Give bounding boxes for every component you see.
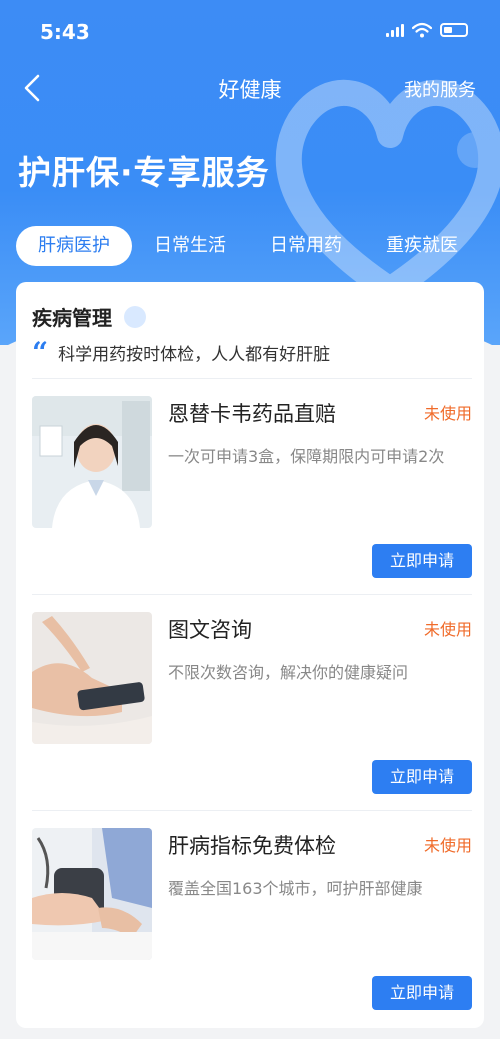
tab-liver-care[interactable]: 肝病医护	[16, 226, 132, 266]
item-title: 肝病指标免费体检	[168, 834, 336, 858]
status-icons	[386, 22, 468, 38]
quote-icon: “	[32, 335, 49, 369]
title-decoration	[124, 306, 146, 328]
section-title: 疾病管理	[32, 306, 112, 330]
status-badge: 未使用	[423, 404, 472, 423]
status-badge: 未使用	[423, 620, 472, 639]
nav-bar: 好健康 我的服务	[0, 66, 500, 110]
service-item: 肝病指标免费体检 未使用 覆盖全国163个城市，呵护肝部健康 立即申请	[32, 810, 472, 1016]
status-time: 5:43	[40, 20, 90, 44]
quote-text: 科学用药按时体检，人人都有好肝脏	[58, 345, 331, 365]
blood-pressure-photo	[32, 828, 152, 960]
item-description: 不限次数咨询，解决你的健康疑问	[168, 663, 409, 682]
item-title: 恩替卡韦药品直赔	[168, 402, 336, 426]
phone-hand-photo	[32, 612, 152, 744]
apply-button[interactable]: 立即申请	[372, 544, 472, 578]
my-services-link[interactable]: 我的服务	[404, 76, 476, 102]
hero-heading: 护肝保·专享服务	[18, 153, 270, 192]
status-bar: 5:43	[0, 0, 500, 60]
section-quote: “ 科学用药按时体检，人人都有好肝脏	[32, 335, 331, 369]
tab-daily-medication[interactable]: 日常用药	[248, 226, 364, 266]
tab-daily-life[interactable]: 日常生活	[132, 226, 248, 266]
services-card: 疾病管理 “ 科学用药按时体检，人人都有好肝脏 恩替卡韦药品直赔 未使用 一次可…	[16, 282, 484, 1028]
tab-critical-illness[interactable]: 重疾就医	[364, 226, 480, 266]
item-description: 一次可申请3盒，保障期限内可申请2次	[168, 447, 445, 466]
service-item: 图文咨询 未使用 不限次数咨询，解决你的健康疑问 立即申请	[32, 594, 472, 800]
category-tabs: 肝病医护 日常生活 日常用药 重疾就医	[16, 225, 500, 267]
item-title: 图文咨询	[168, 618, 252, 642]
item-description: 覆盖全国163个城市，呵护肝部健康	[168, 879, 423, 898]
pharmacist-photo	[32, 396, 152, 528]
divider	[32, 378, 472, 379]
divider	[32, 594, 472, 595]
wifi-icon	[412, 22, 432, 38]
service-item: 恩替卡韦药品直赔 未使用 一次可申请3盒，保障期限内可申请2次 立即申请	[32, 378, 472, 584]
divider	[32, 810, 472, 811]
apply-button[interactable]: 立即申请	[372, 976, 472, 1010]
status-badge: 未使用	[423, 836, 472, 855]
apply-button[interactable]: 立即申请	[372, 760, 472, 794]
battery-icon	[440, 23, 468, 37]
signal-icon	[386, 23, 404, 37]
